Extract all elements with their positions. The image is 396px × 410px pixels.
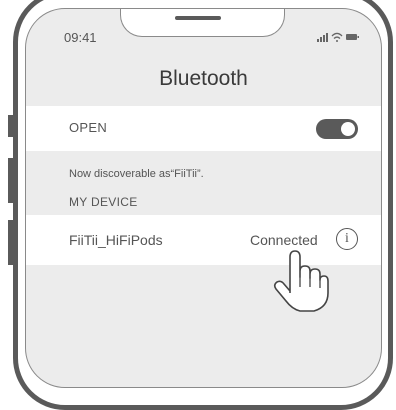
device-name: FiiTii_HiFiPods <box>69 232 163 248</box>
phone-screen: 09:41 Bluetooth OPEN Now discoverable as… <box>25 8 382 388</box>
bluetooth-toggle-label: OPEN <box>69 120 108 135</box>
pointing-hand-icon <box>273 250 329 312</box>
device-info-button[interactable]: i <box>336 228 358 250</box>
page-title: Bluetooth <box>159 67 248 90</box>
discoverable-text: Now discoverable as“FiiTii”. <box>69 168 204 180</box>
volume-down-button <box>8 220 13 265</box>
cellular-icon <box>317 33 328 42</box>
toggle-knob <box>341 122 355 136</box>
mute-switch <box>8 115 13 137</box>
device-status: Connected <box>250 232 318 248</box>
battery-icon <box>346 34 359 40</box>
my-device-header: MY DEVICE <box>69 195 138 209</box>
notch <box>120 9 285 37</box>
bluetooth-toggle-row: OPEN <box>26 106 381 151</box>
speaker-grille <box>175 16 221 20</box>
status-icons <box>317 32 359 42</box>
bluetooth-toggle-switch[interactable] <box>316 119 358 139</box>
status-time: 09:41 <box>64 30 97 45</box>
volume-up-button <box>8 158 13 203</box>
wifi-icon <box>331 32 343 42</box>
